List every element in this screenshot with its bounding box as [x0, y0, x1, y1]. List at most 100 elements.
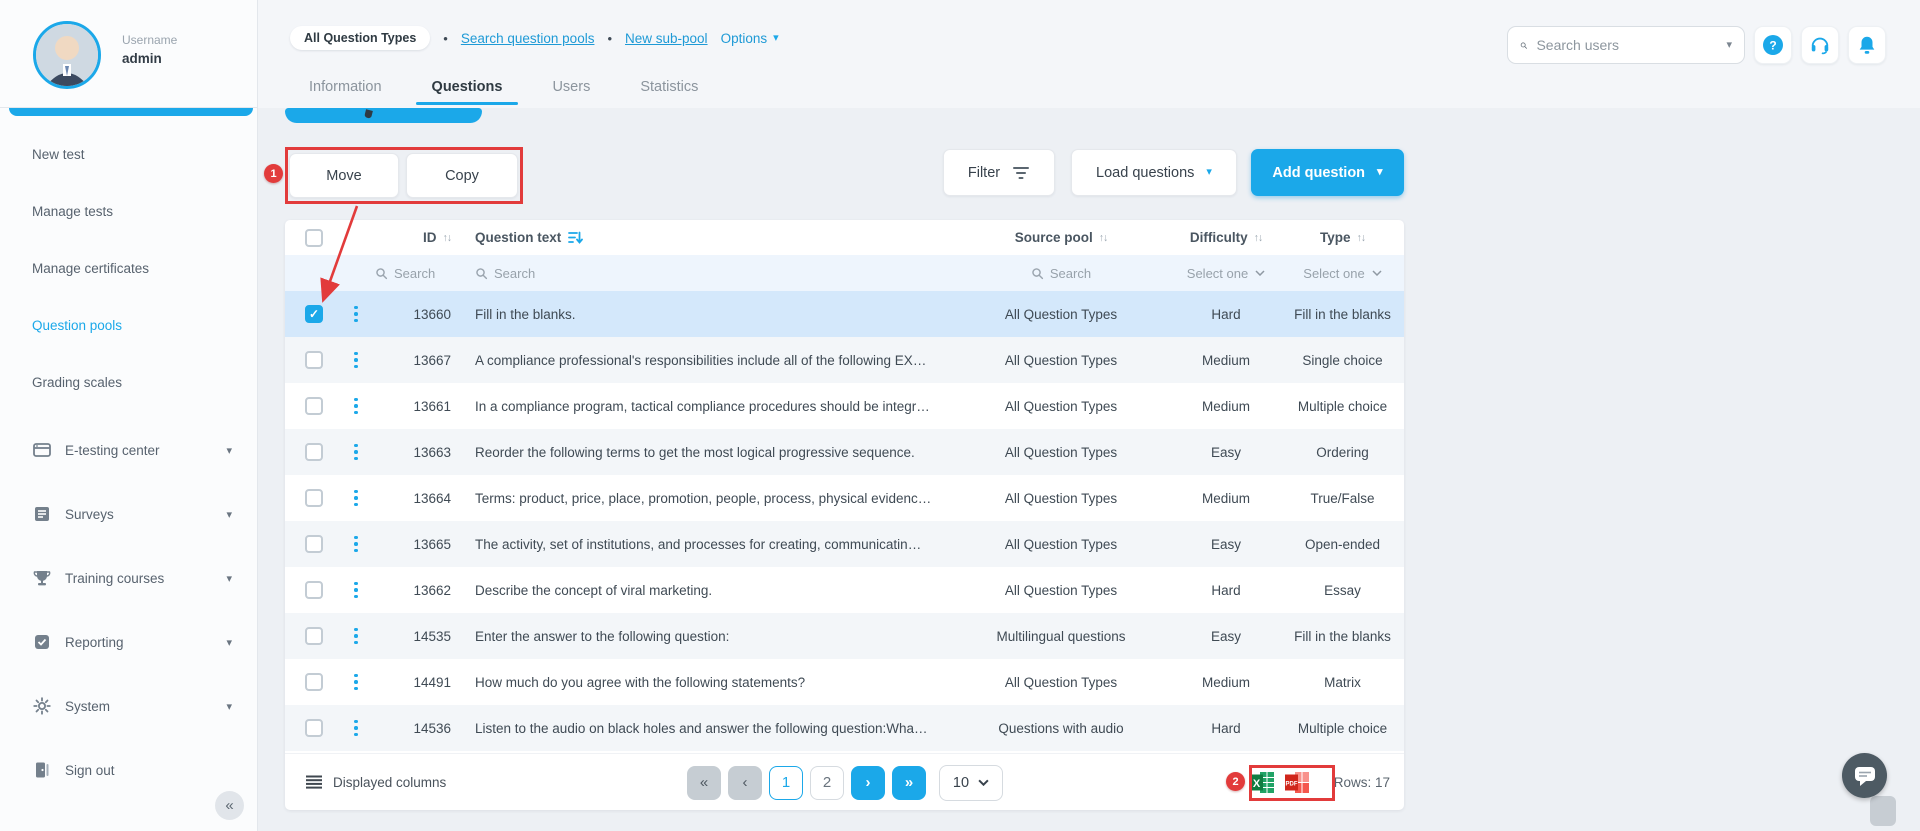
cell-source-pool: All Question Types — [951, 399, 1171, 414]
row-kebab-menu[interactable] — [354, 488, 358, 507]
row-checkbox-cell — [285, 673, 341, 691]
table-row[interactable]: 14491How much do you agree with the foll… — [285, 659, 1404, 705]
row-checkbox[interactable] — [305, 719, 323, 737]
table-row[interactable]: ✓13660Fill in the blanks.All Question Ty… — [285, 291, 1404, 337]
search-users-input[interactable] — [1536, 37, 1717, 53]
sidebar-item-sign-out[interactable]: Sign out — [0, 738, 258, 802]
tab-users[interactable]: Users — [550, 79, 592, 95]
table-row[interactable]: 13665The activity, set of institutions, … — [285, 521, 1404, 567]
tab-statistics[interactable]: Statistics — [638, 79, 700, 95]
table-row[interactable]: 13662Describe the concept of viral marke… — [285, 567, 1404, 613]
row-checkbox[interactable] — [305, 535, 323, 553]
table-row[interactable]: 13663Reorder the following terms to get … — [285, 429, 1404, 475]
first-page-button[interactable]: « — [687, 766, 721, 800]
sidebar-item-question-pools[interactable]: Question pools — [0, 297, 258, 354]
notifications-button[interactable] — [1848, 26, 1886, 64]
row-kebab-menu[interactable] — [354, 672, 358, 691]
row-checkbox[interactable] — [305, 351, 323, 369]
column-header-difficulty[interactable]: Difficulty↑↓ — [1171, 230, 1281, 245]
page-button-1[interactable]: 1 — [769, 766, 803, 800]
tab-questions[interactable]: Questions — [430, 79, 505, 95]
cell-difficulty: Medium — [1171, 491, 1281, 506]
sidebar-item-surveys[interactable]: Surveys▾ — [0, 482, 258, 546]
user-block: Username admin — [0, 0, 258, 108]
row-checkbox[interactable] — [305, 489, 323, 507]
cell-difficulty: Easy — [1171, 537, 1281, 552]
row-menu-cell — [341, 488, 371, 507]
cell-question-text: A compliance professional's responsibili… — [451, 353, 951, 368]
scroll-top-button[interactable] — [1870, 796, 1896, 826]
row-checkbox[interactable] — [305, 397, 323, 415]
page-size-select[interactable]: 10 — [939, 765, 1003, 801]
sidebar-item-new-test[interactable]: New test — [0, 126, 258, 183]
gear-icon — [32, 696, 52, 716]
row-kebab-menu[interactable] — [354, 350, 358, 369]
column-header-type[interactable]: Type↑↓ — [1281, 230, 1404, 245]
row-checkbox[interactable]: ✓ — [305, 305, 323, 323]
prev-page-button[interactable]: ‹ — [728, 766, 762, 800]
support-button[interactable] — [1801, 26, 1839, 64]
main-content: Move Copy Filter Load questions ▾ Add qu… — [258, 108, 1920, 831]
search-users-box[interactable]: ▾ — [1507, 26, 1745, 64]
sidebar-cutoff-button[interactable] — [9, 108, 253, 116]
sidebar-item-manage-certificates[interactable]: Manage certificates — [0, 240, 258, 297]
chat-widget-button[interactable] — [1842, 753, 1887, 798]
sidebar-item-grading-scales[interactable]: Grading scales — [0, 354, 258, 411]
row-kebab-menu[interactable] — [354, 718, 358, 737]
type-select[interactable]: Select one — [1281, 266, 1404, 281]
new-sub-pool-link[interactable]: New sub-pool — [625, 31, 708, 46]
pool-name-badge: All Question Types — [290, 26, 430, 50]
sidebar-item-manage-tests[interactable]: Manage tests — [0, 183, 258, 240]
row-checkbox[interactable] — [305, 627, 323, 645]
row-checkbox[interactable] — [305, 673, 323, 691]
add-question-button[interactable]: Add question ▾ — [1251, 149, 1404, 196]
search-question-pools-link[interactable]: Search question pools — [461, 31, 595, 46]
row-checkbox-cell — [285, 581, 341, 599]
last-page-button[interactable]: » — [892, 766, 926, 800]
sidebar-item-e-testing-center[interactable]: E-testing center▾ — [0, 418, 258, 482]
page-size-value: 10 — [953, 775, 969, 791]
sidebar-item-reporting[interactable]: Reporting▾ — [0, 610, 258, 674]
row-kebab-menu[interactable] — [354, 442, 358, 461]
cell-id: 13660 — [371, 307, 451, 322]
column-header-id[interactable]: ID↑↓ — [371, 230, 451, 245]
row-kebab-menu[interactable] — [354, 626, 358, 645]
row-kebab-menu[interactable] — [354, 580, 358, 599]
sidebar-item-system[interactable]: System▾ — [0, 674, 258, 738]
page-button-2[interactable]: 2 — [810, 766, 844, 800]
headset-icon — [1809, 34, 1831, 56]
sidebar-item-training-courses[interactable]: Training courses▾ — [0, 546, 258, 610]
cutoff-blue-button[interactable] — [285, 108, 482, 123]
sidebar-collapse-button[interactable]: « — [215, 791, 244, 820]
row-kebab-menu[interactable] — [354, 534, 358, 553]
breadcrumb: All Question Types • Search question poo… — [290, 25, 779, 51]
help-button[interactable]: ? — [1754, 26, 1792, 64]
table-row[interactable]: 13667A compliance professional's respons… — [285, 337, 1404, 383]
table-row[interactable]: 13661In a compliance program, tactical c… — [285, 383, 1404, 429]
source-pool-search-input[interactable]: Search — [951, 266, 1171, 281]
column-header-source-pool[interactable]: Source pool↑↓ — [951, 230, 1171, 245]
row-checkbox[interactable] — [305, 581, 323, 599]
displayed-columns-button[interactable]: Displayed columns — [306, 775, 446, 790]
options-menu[interactable]: Options ▾ — [721, 31, 779, 46]
row-kebab-menu[interactable] — [354, 304, 358, 323]
load-questions-button[interactable]: Load questions ▾ — [1071, 149, 1237, 196]
cell-source-pool: All Question Types — [951, 353, 1171, 368]
chevron-down-icon[interactable]: ▾ — [1726, 40, 1732, 51]
difficulty-select[interactable]: Select one — [1171, 266, 1281, 281]
filter-button[interactable]: Filter — [943, 149, 1055, 196]
column-header-question-text[interactable]: Question text — [451, 230, 951, 245]
row-checkbox[interactable] — [305, 443, 323, 461]
trophy-icon — [32, 568, 52, 588]
cell-source-pool: Multilingual questions — [951, 629, 1171, 644]
next-page-button[interactable]: › — [851, 766, 885, 800]
tab-information[interactable]: Information — [307, 79, 384, 95]
question-text-search-input[interactable]: Search — [451, 266, 951, 281]
table-row[interactable]: 14536Listen to the audio on black holes … — [285, 705, 1404, 751]
avatar[interactable] — [33, 21, 101, 89]
table-row[interactable]: 13664Terms: product, price, place, promo… — [285, 475, 1404, 521]
row-kebab-menu[interactable] — [354, 396, 358, 415]
id-search-input[interactable]: Search — [371, 266, 451, 281]
table-row[interactable]: 14535Enter the answer to the following q… — [285, 613, 1404, 659]
select-all-checkbox[interactable] — [305, 229, 323, 247]
